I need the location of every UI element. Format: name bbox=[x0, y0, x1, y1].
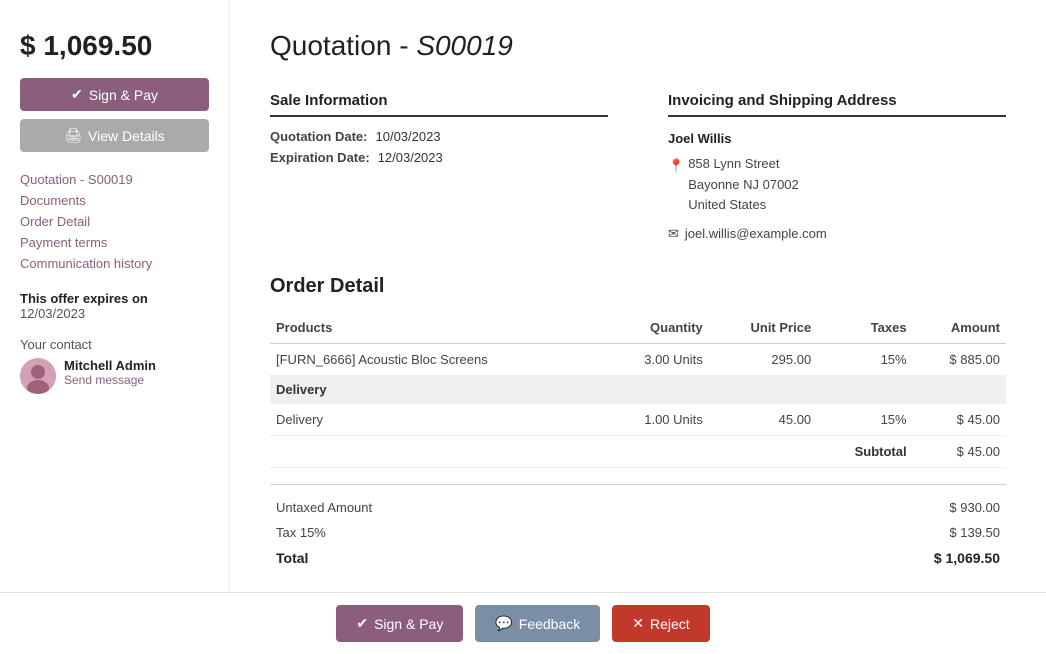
col-unit-price: Unit Price bbox=[709, 312, 817, 344]
expiration-date-field: Expiration Date: 12/03/2023 bbox=[270, 150, 608, 165]
delivery-group-label: Delivery bbox=[270, 375, 1006, 403]
avatar-image bbox=[20, 358, 56, 394]
address-line: 📍 858 Lynn Street Bayonne NJ 07002 Unite… bbox=[668, 154, 1006, 216]
table-row: Delivery 1.00 Units 45.00 15% $ 45.00 bbox=[270, 403, 1006, 435]
product-unit-price: 295.00 bbox=[709, 343, 817, 375]
nav-documents[interactable]: Documents bbox=[20, 193, 209, 208]
sidebar-navigation: Quotation - S00019 Documents Order Detai… bbox=[20, 172, 209, 271]
col-amount: Amount bbox=[913, 312, 1006, 344]
sale-information-heading: Sale Information bbox=[270, 92, 608, 117]
product-name: [FURN_6666] Acoustic Bloc Screens bbox=[270, 343, 604, 375]
subtotal-label: Subtotal bbox=[817, 435, 912, 467]
delivery-product: Delivery bbox=[270, 403, 604, 435]
table-row: [FURN_6666] Acoustic Bloc Screens 3.00 U… bbox=[270, 343, 1006, 375]
delivery-amount: $ 45.00 bbox=[913, 403, 1006, 435]
col-products: Products bbox=[270, 312, 604, 344]
untaxed-value: $ 930.00 bbox=[949, 500, 1000, 515]
tax-row: Tax 15% $ 139.50 bbox=[270, 520, 1006, 545]
shipping-section: Invoicing and Shipping Address Joel Will… bbox=[668, 92, 1006, 245]
tax-label: Tax 15% bbox=[276, 525, 326, 540]
nav-communication-history[interactable]: Communication history bbox=[20, 256, 209, 271]
location-icon: 📍 bbox=[668, 156, 684, 177]
sidebar: $ 1,069.50 ✔ Sign & Pay 🖨 View Details Q… bbox=[0, 0, 230, 654]
subtotal-row: Subtotal $ 45.00 bbox=[270, 435, 1006, 467]
total-label: Total bbox=[276, 550, 308, 566]
order-detail-section: Order Detail Products Quantity Unit Pric… bbox=[270, 275, 1006, 571]
col-taxes: Taxes bbox=[817, 312, 912, 344]
chat-icon: 💬 bbox=[495, 615, 512, 632]
nav-payment-terms[interactable]: Payment terms bbox=[20, 235, 209, 250]
email-icon: ✉ bbox=[668, 224, 679, 245]
address-name: Joel Willis bbox=[668, 129, 1006, 150]
contact-section: Mitchell Admin Send message bbox=[20, 358, 209, 394]
untaxed-row: Untaxed Amount $ 930.00 bbox=[270, 495, 1006, 520]
address-text: 858 Lynn Street Bayonne NJ 07002 United … bbox=[688, 154, 799, 216]
subtotal-value: $ 45.00 bbox=[913, 435, 1006, 467]
total-row: Total $ 1,069.50 bbox=[270, 545, 1006, 571]
main-content: Quotation - S00019 Sale Information Quot… bbox=[230, 0, 1046, 654]
product-taxes: 15% bbox=[817, 343, 912, 375]
contact-label: Your contact bbox=[20, 337, 209, 352]
email-line: ✉ joel.willis@example.com bbox=[668, 224, 1006, 245]
tax-value: $ 139.50 bbox=[949, 525, 1000, 540]
untaxed-label: Untaxed Amount bbox=[276, 500, 372, 515]
delivery-unit-price: 45.00 bbox=[709, 403, 817, 435]
order-table: Products Quantity Unit Price Taxes Amoun… bbox=[270, 312, 1006, 468]
footer-reject-button[interactable]: ✕ Reject bbox=[612, 605, 709, 642]
sidebar-view-details-button[interactable]: 🖨 View Details bbox=[20, 119, 209, 152]
page-title: Quotation - S00019 bbox=[270, 30, 1006, 62]
summary-section: Untaxed Amount $ 930.00 Tax 15% $ 139.50… bbox=[270, 484, 1006, 571]
footer-feedback-button[interactable]: 💬 Feedback bbox=[475, 605, 600, 642]
check-icon: ✔ bbox=[71, 86, 83, 103]
info-row: Sale Information Quotation Date: 10/03/2… bbox=[270, 92, 1006, 245]
order-detail-heading: Order Detail bbox=[270, 275, 1006, 298]
address-block: Joel Willis 📍 858 Lynn Street Bayonne NJ… bbox=[668, 129, 1006, 245]
nav-quotation[interactable]: Quotation - S00019 bbox=[20, 172, 209, 187]
sidebar-price: $ 1,069.50 bbox=[20, 30, 209, 62]
contact-name: Mitchell Admin bbox=[64, 358, 156, 373]
quotation-date-field: Quotation Date: 10/03/2023 bbox=[270, 129, 608, 144]
nav-order-detail[interactable]: Order Detail bbox=[20, 214, 209, 229]
delivery-group-row: Delivery bbox=[270, 375, 1006, 403]
check-icon: ✔ bbox=[356, 615, 368, 632]
delivery-taxes: 15% bbox=[817, 403, 912, 435]
delivery-quantity: 1.00 Units bbox=[604, 403, 709, 435]
footer-bar: ✔ Sign & Pay 💬 Feedback ✕ Reject bbox=[0, 592, 1046, 654]
sidebar-sign-pay-button[interactable]: ✔ Sign & Pay bbox=[20, 78, 209, 111]
printer-icon: 🖨 bbox=[64, 127, 82, 144]
footer-sign-pay-button[interactable]: ✔ Sign & Pay bbox=[336, 605, 463, 642]
offer-expires: This offer expires on 12/03/2023 bbox=[20, 291, 209, 321]
shipping-heading: Invoicing and Shipping Address bbox=[668, 92, 1006, 117]
product-amount: $ 885.00 bbox=[913, 343, 1006, 375]
total-value: $ 1,069.50 bbox=[934, 550, 1000, 566]
avatar bbox=[20, 358, 56, 394]
contact-info: Mitchell Admin Send message bbox=[64, 358, 156, 387]
sale-information-section: Sale Information Quotation Date: 10/03/2… bbox=[270, 92, 608, 245]
x-icon: ✕ bbox=[632, 615, 644, 632]
send-message-link[interactable]: Send message bbox=[64, 373, 156, 387]
col-quantity: Quantity bbox=[604, 312, 709, 344]
product-quantity: 3.00 Units bbox=[604, 343, 709, 375]
